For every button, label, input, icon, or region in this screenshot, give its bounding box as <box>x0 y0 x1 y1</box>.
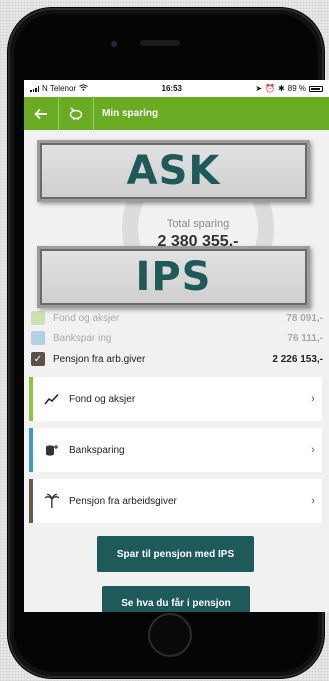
card-fond-og-aksjer[interactable]: Fond og aksjer › <box>29 377 322 421</box>
signal-icon <box>30 85 39 92</box>
card-accent-bar <box>29 377 33 421</box>
legend-name: Fond og aksjer <box>53 312 120 324</box>
status-bar: N Telenor 16:53 ➤ ⏰ ✱ 89 % <box>24 80 329 97</box>
ips-overlay-text: IPS <box>135 254 212 300</box>
piggy-bank-icon <box>69 106 83 120</box>
ips-overlay-banner: IPS <box>37 246 310 308</box>
legend-row-pensjon[interactable]: ✓ Pensjon fra arb.giver 2 226 153,- <box>31 349 323 369</box>
ips-button[interactable]: Spar til pensjon med IPS <box>97 536 254 572</box>
coins-icon <box>43 441 61 459</box>
chart-line-icon <box>43 390 61 408</box>
appbar-divider <box>93 97 94 130</box>
see-pension-button[interactable]: Se hva du får i pensjon <box>102 586 250 612</box>
legend-swatch <box>31 311 45 325</box>
chevron-right-icon: › <box>311 393 315 405</box>
legend-amount: 2 226 153,- <box>272 353 323 365</box>
card-accent-bar <box>29 428 33 472</box>
app-bar: Min sparing <box>24 97 329 130</box>
card-label: Fond og aksjer <box>69 393 136 405</box>
card-label: Pensjon fra arbeidsgiver <box>69 495 177 507</box>
earpiece-speaker <box>140 40 180 46</box>
bluetooth-icon: ✱ <box>278 84 285 93</box>
clock: 16:53 <box>161 84 182 93</box>
main-content: Total sparing 2 380 355,- Fond og aksjer… <box>24 130 329 612</box>
home-button[interactable] <box>148 613 192 657</box>
battery-percent: 89 % <box>287 84 306 93</box>
chevron-right-icon: › <box>311 495 315 507</box>
ask-overlay-banner: ASK <box>37 140 310 202</box>
card-pensjon[interactable]: Pensjon fra arbeidsgiver › <box>29 479 322 523</box>
location-icon: ➤ <box>255 84 263 93</box>
alarm-icon: ⏰ <box>265 84 276 93</box>
arrow-left-icon <box>34 108 47 119</box>
chevron-right-icon: › <box>311 444 315 456</box>
back-button[interactable] <box>24 97 58 130</box>
front-camera <box>111 41 117 47</box>
legend-name: Bankspar ing <box>53 332 112 344</box>
card-label: Banksparing <box>69 444 125 456</box>
battery-icon <box>308 85 323 92</box>
card-banksparing[interactable]: Banksparing › <box>29 428 322 472</box>
total-savings-label: Total sparing <box>166 218 230 230</box>
legend-row-bank: Bankspar ing 76 111,- <box>31 328 323 348</box>
page-title: Min sparing <box>102 108 159 119</box>
legend-amount: 76 111,- <box>287 332 323 344</box>
legend-swatch <box>31 331 45 345</box>
carrier-name: N Telenor <box>42 84 77 93</box>
card-accent-bar <box>29 479 33 523</box>
piggy-bank-button[interactable] <box>59 97 93 130</box>
legend-amount: 78 091,- <box>286 312 323 324</box>
ask-overlay-text: ASK <box>126 148 221 194</box>
legend-name: Pensjon fra arb.giver <box>53 353 146 365</box>
legend-row-fond: Fond og aksjer 78 091,- <box>31 308 323 328</box>
palm-tree-icon <box>43 492 61 510</box>
checkbox-checked-icon[interactable]: ✓ <box>31 352 45 366</box>
wifi-icon <box>79 84 88 93</box>
